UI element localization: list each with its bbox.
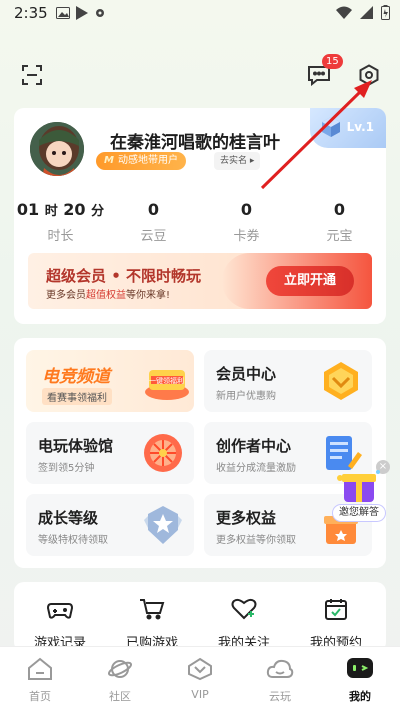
- tab-community[interactable]: 社区: [80, 647, 160, 711]
- tab-label: VIP: [191, 688, 209, 701]
- stat-label: 卡券: [233, 229, 260, 244]
- tile-subtitle: 更多权益等你领取: [216, 535, 296, 546]
- tab-home[interactable]: 首页: [0, 647, 80, 711]
- esports-logo: 电竞频道: [42, 367, 110, 387]
- settings-icon[interactable]: [356, 62, 382, 88]
- message-badge: 15: [322, 54, 343, 69]
- tile-title: 更多权益: [216, 509, 277, 527]
- tab-label: 社区: [109, 690, 131, 703]
- level-text: Lv.1: [346, 120, 374, 134]
- chevron-right-icon: ▸: [249, 156, 255, 166]
- gear-small-icon: [96, 9, 104, 17]
- stat-coupons[interactable]: 0 卡券: [200, 200, 293, 244]
- tile-esports[interactable]: 电竞频道 看赛事领福利 一键领福利: [26, 350, 194, 412]
- status-time: 2:35: [14, 4, 48, 22]
- scan-icon[interactable]: [19, 62, 45, 88]
- stat-label: 时长: [47, 229, 74, 244]
- feature-grid: 电竞频道 看赛事领福利 一键领福利 会员中心 新用户优惠购 电玩体验馆 签到领5…: [14, 338, 386, 568]
- stat-label: 元宝: [326, 229, 353, 244]
- avatar[interactable]: [28, 120, 86, 178]
- tile-growth-level[interactable]: 成长等级 等级特权待领取: [26, 494, 194, 556]
- tile-subtitle: 等级特权待领取: [38, 535, 108, 546]
- mine-face-icon: [347, 658, 373, 678]
- realname-button[interactable]: 去实名 ▸: [214, 152, 261, 170]
- tab-label: 云玩: [269, 690, 291, 703]
- quick-action-reservation[interactable]: 我的预约: [296, 598, 376, 651]
- stat-yuanbao[interactable]: 0 元宝: [293, 200, 386, 244]
- tile-subtitle: 签到领5分钟: [38, 463, 95, 474]
- planet-icon: [107, 660, 133, 678]
- quick-actions: 游戏记录 已购游戏 我的关注 我的预约: [14, 582, 386, 652]
- gamepad-icon: [46, 603, 74, 619]
- vip-open-button[interactable]: 立即开通: [266, 266, 354, 296]
- tab-cloud-play[interactable]: 云玩: [240, 647, 320, 711]
- tab-label: 首页: [29, 690, 51, 703]
- vip-subtitle: 更多会员超值权益等你来拿!: [46, 290, 171, 301]
- question-gift-icon: [337, 470, 380, 502]
- float-help-label: 邀您解答: [332, 504, 386, 522]
- member-tag-label: 动感地带用户: [117, 155, 178, 166]
- profile-card: 在秦淮河唱歌的桂言叶 M 动感地带用户 去实名 ▸ Lv.1 01 时 20 分…: [14, 108, 386, 324]
- image-icon: [56, 7, 70, 19]
- tile-title: 会员中心: [216, 365, 277, 383]
- tile-subtitle: 看赛事领福利: [42, 388, 112, 405]
- shield-badge-icon: [144, 506, 182, 544]
- tile-title: 电玩体验馆: [38, 437, 114, 455]
- cloud-icon: [266, 659, 294, 678]
- wifi-icon: [336, 6, 352, 19]
- vip-banner[interactable]: 超级会员 • 不限时畅玩 更多会员超值权益等你来拿! 立即开通: [28, 253, 372, 309]
- tab-label: 我的: [349, 690, 371, 703]
- quick-action-purchased[interactable]: 已购游戏: [112, 598, 192, 651]
- tile-title: 成长等级: [38, 509, 99, 527]
- tile-subtitle: 新用户优惠购: [216, 391, 276, 402]
- level-badge[interactable]: Lv.1: [310, 108, 386, 148]
- username: 在秦淮河唱歌的桂言叶: [110, 133, 280, 153]
- tab-mine[interactable]: 我的: [320, 647, 400, 711]
- vip-crown-icon: [324, 362, 358, 400]
- home-icon: [28, 657, 52, 680]
- stat-label: 云豆: [140, 229, 167, 244]
- tile-title: 创作者中心: [216, 437, 292, 455]
- quick-action-game-record[interactable]: 游戏记录: [20, 598, 100, 651]
- float-help-button[interactable]: 邀您解答: [332, 466, 386, 522]
- signal-icon: [360, 6, 373, 19]
- battery-icon: [381, 5, 390, 20]
- calendar-check-icon: [325, 599, 347, 620]
- quick-action-following[interactable]: 我的关注: [204, 598, 284, 651]
- status-bar: 2:35: [0, 0, 400, 28]
- play-icon: [76, 6, 88, 20]
- tile-arcade[interactable]: 电玩体验馆 签到领5分钟: [26, 422, 194, 484]
- vip-title: 超级会员 • 不限时畅玩: [46, 267, 202, 285]
- esports-badge: 一键领福利: [149, 377, 184, 385]
- stat-yundou[interactable]: 0 云豆: [107, 200, 200, 244]
- vip-diamond-icon: [188, 657, 212, 681]
- wheel-icon: [144, 434, 182, 472]
- member-tag-logo: M: [104, 155, 114, 166]
- heart-plus-icon: [231, 598, 257, 620]
- cube-icon: [322, 117, 340, 137]
- tile-subtitle: 收益分成流量激励: [216, 463, 296, 474]
- cart-icon: [140, 599, 165, 620]
- member-tag[interactable]: M 动感地带用户: [96, 152, 186, 170]
- stat-duration[interactable]: 01 时 20 分 时长: [14, 200, 107, 244]
- tab-vip[interactable]: VIP: [160, 647, 240, 711]
- tab-bar: 首页 社区 VIP 云玩 我的: [0, 646, 400, 711]
- tile-member-center[interactable]: 会员中心 新用户优惠购: [204, 350, 372, 412]
- stats-row: 01 时 20 分 时长 0 云豆 0 卡券 0 元宝: [14, 200, 386, 244]
- realname-label: 去实名: [220, 156, 248, 166]
